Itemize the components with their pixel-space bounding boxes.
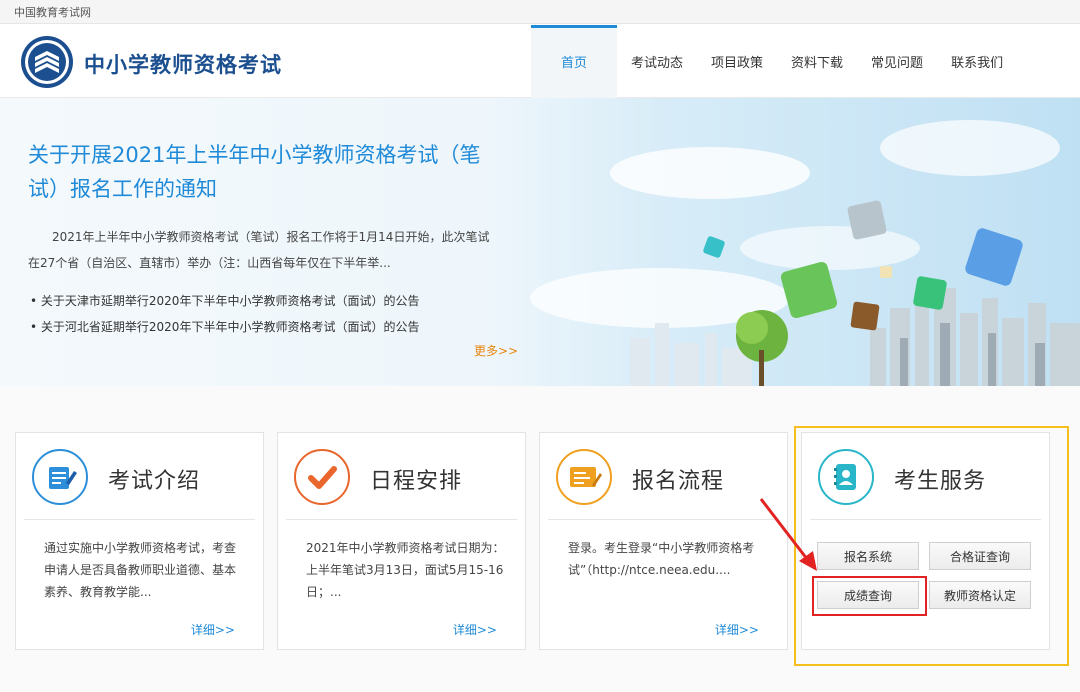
card-detail-link[interactable]: 详细>> [191,621,235,638]
card-registration-process: 报名流程 登录。考生登录“中小学教师资格考试”（http://ntce.neea… [539,432,788,650]
top-bar: 中国教育考试网 [0,0,1080,24]
card-divider [24,519,255,520]
card-text: 2021年中小学教师资格考试日期为：上半年笔试3月13日，面试5月15-16日；… [306,541,505,599]
main-nav: 首页 考试动态 项目政策 资料下载 常见问题 联系我们 [531,25,1017,98]
card-detail-link[interactable]: 详细>> [453,621,497,638]
services-highlight-box [794,426,1069,666]
form-icon [556,449,612,505]
score-query-highlight-box [812,576,927,616]
card-title: 报名流程 [632,469,725,494]
site-logo-icon[interactable] [20,35,74,89]
more-news-link[interactable]: 更多>> [474,342,518,359]
card-divider [548,519,779,520]
news-summary: 2021年上半年中小学教师资格考试（笔试）报名工作将于1月14日开始，此次笔试在… [28,230,490,270]
red-arrow-icon [759,498,817,571]
card-text: 登录。考生登录“中小学教师资格考试”（http://ntce.neea.edu.… [568,541,755,577]
card-schedule: 日程安排 2021年中小学教师资格考试日期为：上半年笔试3月13日，面试5月15… [277,432,526,650]
top-bar-site-name[interactable]: 中国教育考试网 [14,4,91,20]
document-edit-icon [32,449,88,505]
news-item[interactable]: 关于天津市延期举行2020年下半年中小学教师资格考试（面试）的公告 [30,288,420,314]
nav-downloads[interactable]: 资料下载 [777,25,857,98]
card-text: 通过实施中小学教师资格考试，考查申请人是否具备教师职业道德、基本素养、教育教学能… [44,541,237,599]
nav-home[interactable]: 首页 [531,25,617,98]
news-list: 关于天津市延期举行2020年下半年中小学教师资格考试（面试）的公告 关于河北省延… [30,288,420,340]
card-exam-intro: 考试介绍 通过实施中小学教师资格考试，考查申请人是否具备教师职业道德、基本素养、… [15,432,264,650]
card-title: 日程安排 [370,469,463,494]
nav-policy[interactable]: 项目政策 [697,25,777,98]
card-title: 考试介绍 [108,469,201,494]
nav-contact[interactable]: 联系我们 [937,25,1017,98]
news-item[interactable]: 关于河北省延期举行2020年下半年中小学教师资格考试（面试）的公告 [30,314,420,340]
site-header: 中小学教师资格考试 首页 考试动态 项目政策 资料下载 常见问题 联系我们 [0,25,1080,98]
banner: 关于开展2021年上半年中小学教师资格考试（笔试）报名工作的通知 2021年上半… [0,98,1080,386]
site-title[interactable]: 中小学教师资格考试 [84,49,282,79]
card-divider [286,519,517,520]
card-detail-link[interactable]: 详细>> [715,621,759,638]
nav-exam-news[interactable]: 考试动态 [617,25,697,98]
city-illustration [530,120,1080,386]
nav-faq[interactable]: 常见问题 [857,25,937,98]
news-headline[interactable]: 关于开展2021年上半年中小学教师资格考试（笔试）报名工作的通知 [28,138,508,206]
checkmark-icon [294,449,350,505]
